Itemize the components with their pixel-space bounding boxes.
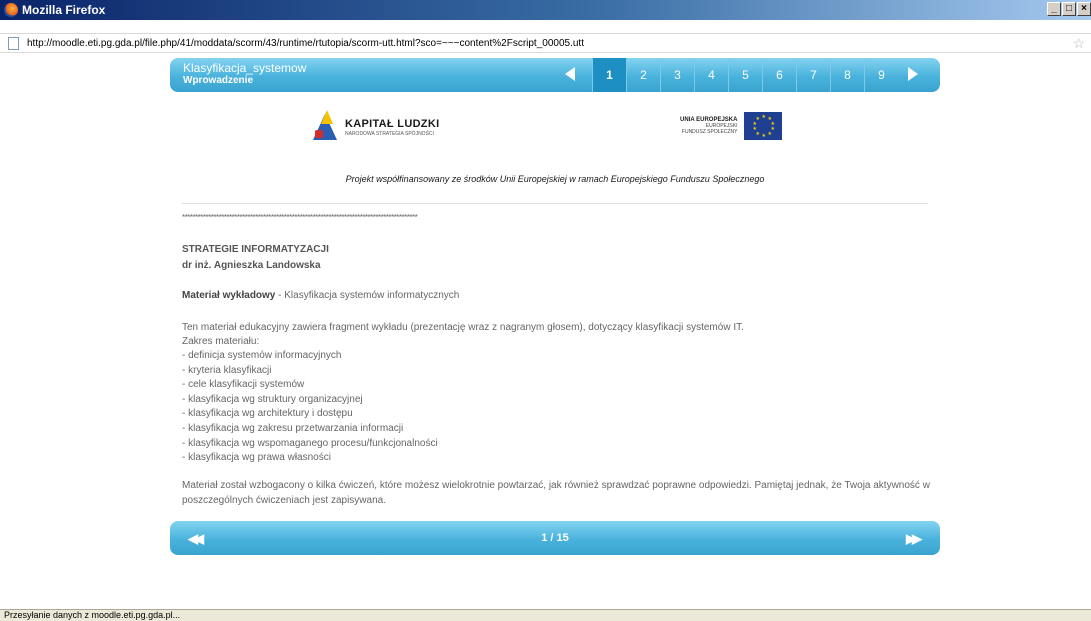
page-counter: 1 / 15 — [541, 532, 569, 544]
scorm-bottom-toolbar: ◀◀ 1 / 15 ▶▶ — [170, 521, 940, 555]
list-item: - klasyfikacja wg zakresu przetwarzania … — [182, 422, 404, 434]
course-title: Klasyfikacja_systemow — [183, 61, 307, 75]
page-button-8[interactable]: 8 — [830, 58, 864, 92]
material-label: Materiał wykładowy — [182, 290, 276, 301]
status-bar: Przesyłanie danych z moodle.eti.pg.gda.p… — [0, 609, 1091, 621]
last-page-icon[interactable]: ▶▶ — [906, 531, 922, 547]
kapital-ludzki-mark-icon — [313, 110, 337, 144]
scope-list: - definicja systemów informacyjnych - kr… — [182, 349, 438, 466]
page-button-2[interactable]: 2 — [626, 58, 660, 92]
page-button-9[interactable]: 9 — [864, 58, 898, 92]
page-button-1[interactable]: 1 — [592, 58, 626, 92]
intro-text: Ten materiał edukacyjny zawiera fragment… — [182, 322, 744, 333]
maximize-button[interactable]: □ — [1062, 2, 1076, 16]
window-title: Mozilla Firefox — [22, 3, 106, 17]
eu-logo: UNIA EUROPEJSKA EUROPEJSKI FUNDUSZ SPOŁE… — [680, 112, 783, 140]
url-input[interactable] — [27, 37, 927, 49]
minimize-button[interactable]: _ — [1047, 2, 1061, 16]
eu-flag-icon: ★ ★ ★ ★ ★ ★ ★ ★ ★ ★ — [744, 112, 783, 140]
firefox-icon — [4, 3, 18, 17]
kapital-ludzki-logo: KAPITAŁ LUDZKI NARODOWA STRATEGIA SPÓJNO… — [313, 110, 439, 144]
close-button[interactable]: × — [1077, 2, 1091, 16]
material-description: - Klasyfikacja systemów informatycznych — [275, 290, 460, 301]
logo-right-sub2: FUNDUSZ SPOŁECZNY — [681, 129, 738, 135]
page-navigation: 1 2 3 4 5 6 7 8 9 — [592, 58, 898, 92]
page-button-4[interactable]: 4 — [694, 58, 728, 92]
content-heading: STRATEGIE INFORMATYZACJI — [182, 244, 329, 255]
scope-label: Zakres materiału: — [182, 336, 260, 347]
next-page-arrow-icon[interactable] — [908, 67, 918, 81]
bookmark-star-icon[interactable]: ☆ — [1072, 35, 1085, 52]
previous-page-arrow-icon[interactable] — [565, 67, 575, 81]
outro-text: Materiał został wzbogacony o kilka ćwicz… — [182, 480, 930, 506]
window-titlebar: Mozilla Firefox _ □ × — [0, 0, 1091, 20]
list-item: - kryteria klasyfikacji — [182, 364, 272, 376]
logo-left-name: KAPITAŁ LUDZKI — [345, 117, 440, 130]
divider — [182, 203, 928, 204]
window-controls: _ □ × — [1046, 2, 1091, 16]
page-icon — [8, 36, 19, 50]
list-item: - klasyfikacja wg struktury organizacyjn… — [182, 393, 363, 405]
logo-left-sub: NARODOWA STRATEGIA SPÓJNOŚCI — [345, 130, 434, 137]
list-item: - klasyfikacja wg architektury i dostępu — [182, 408, 353, 420]
list-item: - cele klasyfikacji systemów — [182, 379, 305, 391]
page-button-7[interactable]: 7 — [796, 58, 830, 92]
list-item: - definicja systemów informacyjnych — [182, 350, 342, 361]
section-title: Wprowadzenie — [183, 75, 254, 86]
page-button-3[interactable]: 3 — [660, 58, 694, 92]
list-item: - klasyfikacja wg wspomaganego procesu/f… — [182, 437, 438, 449]
scorm-top-toolbar: Klasyfikacja_systemow Wprowadzenie 1 2 3… — [170, 58, 940, 92]
material-line: Materiał wykładowy - Klasyfikacja system… — [182, 290, 459, 301]
content-author: dr inż. Agnieszka Landowska — [182, 260, 321, 271]
list-item: - klasyfikacja wg prawa własności — [182, 452, 331, 464]
address-bar: ☆ — [0, 33, 1091, 53]
page-button-6[interactable]: 6 — [762, 58, 796, 92]
stars-separator: ****************************************… — [182, 213, 418, 222]
cofinance-note: Projekt współfinansowany ze środków Unii… — [345, 174, 765, 184]
page-button-5[interactable]: 5 — [728, 58, 762, 92]
